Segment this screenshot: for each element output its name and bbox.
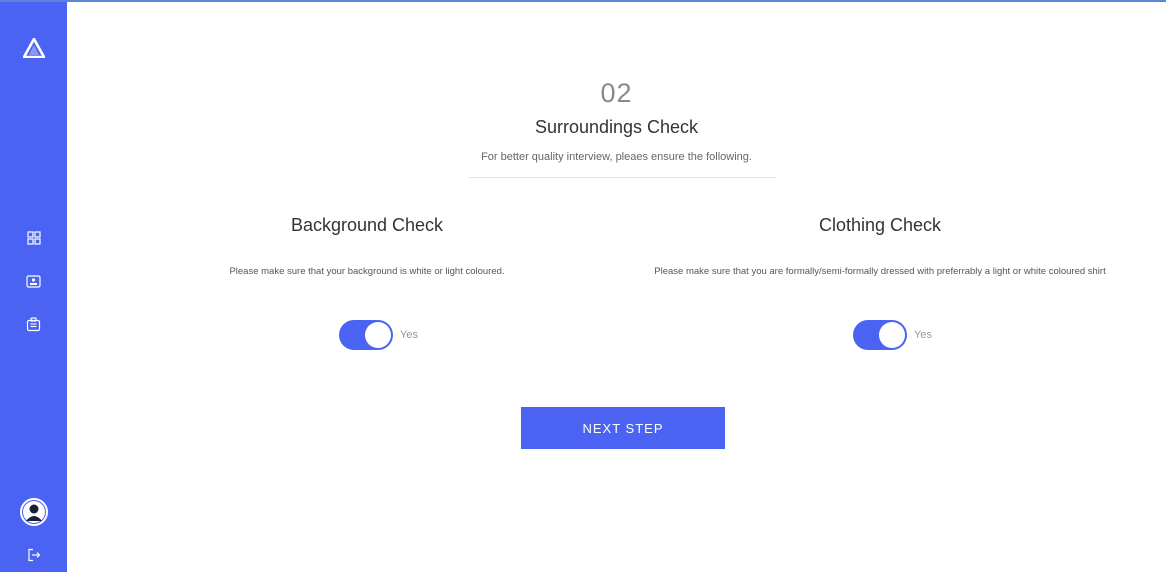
main-content: 02 Surroundings Check For better quality… — [67, 2, 1166, 572]
clothing-check-title: Clothing Check — [818, 215, 942, 235]
background-check-toggle[interactable] — [339, 320, 393, 350]
logo-triangle-icon[interactable] — [0, 36, 67, 60]
background-check-description: Please make sure that your background is… — [229, 266, 505, 277]
dashboard-grid-icon[interactable] — [0, 228, 67, 248]
clothing-check-toggle[interactable] — [853, 320, 907, 350]
briefcase-icon[interactable] — [0, 314, 67, 334]
step-title: Surroundings Check — [534, 117, 699, 137]
clothing-check-toggle-label: Yes — [914, 329, 932, 341]
logout-icon[interactable] — [0, 545, 67, 565]
next-step-button[interactable]: NEXT STEP — [521, 407, 725, 449]
sidebar — [0, 2, 67, 572]
clothing-check-toggle-group: Yes — [853, 320, 932, 350]
header-divider — [468, 177, 776, 178]
clothing-check-description: Please make sure that you are formally/s… — [654, 266, 1106, 277]
user-avatar-icon[interactable] — [0, 496, 67, 528]
toggle-knob — [879, 322, 905, 348]
background-check-toggle-label: Yes — [400, 329, 418, 341]
background-check-title: Background Check — [290, 215, 444, 235]
toggle-knob — [365, 322, 391, 348]
step-subtitle: For better quality interview, pleaes ens… — [481, 151, 752, 163]
id-card-icon[interactable] — [0, 271, 67, 291]
step-number: 02 — [600, 78, 633, 108]
background-check-toggle-group: Yes — [339, 320, 418, 350]
